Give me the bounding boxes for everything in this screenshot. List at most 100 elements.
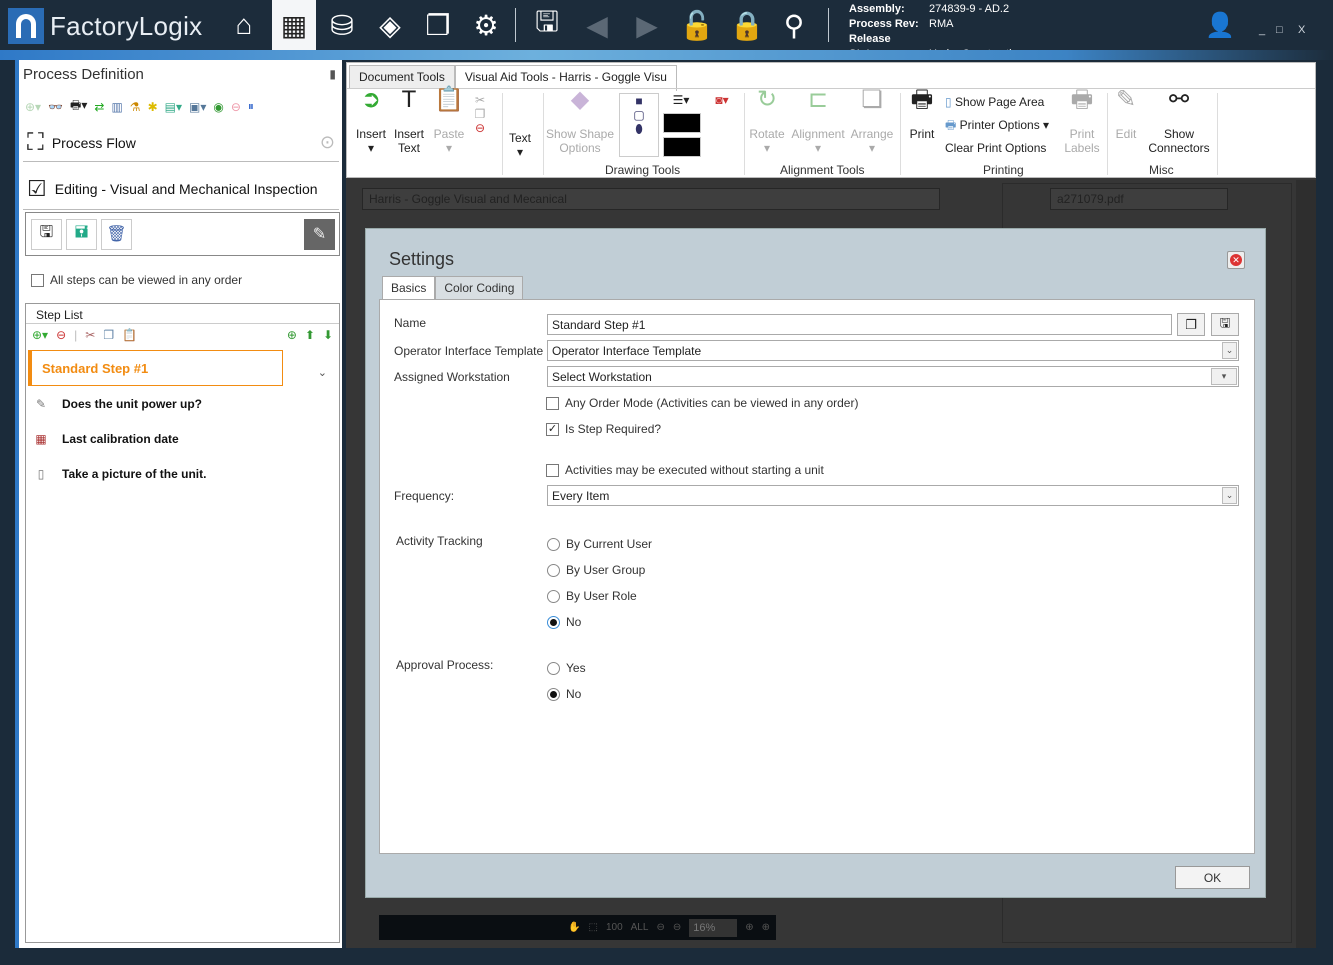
delete-button[interactable]: 🗑 (101, 218, 132, 250)
checkbox[interactable] (546, 396, 559, 410)
any-order-mode-checkbox[interactable]: Any Order Mode (Activities can be viewed… (546, 396, 858, 410)
move-down-icon[interactable]: ⬇ (323, 328, 333, 342)
edit-settings-button[interactable]: ✎ (304, 218, 335, 250)
cut-icon[interactable]: ✂ (471, 93, 489, 107)
radio-by-user-group[interactable]: By User Group (547, 563, 645, 577)
radio-button-selected[interactable] (547, 615, 560, 629)
radio-button-selected[interactable] (547, 687, 560, 701)
radio-button[interactable] (547, 563, 560, 577)
radio-tracking-no[interactable]: No (547, 615, 581, 629)
any-order-checkbox[interactable]: All steps can be viewed in any order (31, 273, 242, 287)
dialog-close-button[interactable]: ✕ (1227, 251, 1245, 269)
radio-approval-no[interactable]: No (547, 687, 581, 701)
tab-color-coding[interactable]: Color Coding (435, 276, 524, 299)
rotate-button[interactable]: ↻ Rotate ▾ (747, 88, 787, 156)
clear-print-options-button[interactable]: Clear Print Options (945, 141, 1046, 155)
no-unit-checkbox[interactable]: Activities may be executed without start… (546, 463, 824, 477)
shape-gallery[interactable]: ■ ▢ ⬮ (619, 93, 659, 157)
document-title-field[interactable]: Harris - Goggle Visual and Mecanical (362, 188, 940, 210)
windows-icon[interactable]: ❐ (416, 0, 460, 50)
export-icon[interactable]: ▤▾ (165, 100, 182, 114)
insert-button[interactable]: ➲ Insert ▾ (353, 88, 389, 156)
pdf-name-field[interactable]: a271079.pdf (1050, 188, 1228, 210)
alignment-button[interactable]: ⊏ Alignment ▾ (789, 88, 847, 156)
print-labels-button[interactable]: 🖶 Print Labels (1063, 88, 1101, 156)
radio-by-current-user[interactable]: By Current User (547, 537, 652, 551)
printer-options-button[interactable]: 🖶 Printer Options ▾ (945, 118, 1049, 132)
chevron-down-icon[interactable]: ⌄ (1222, 487, 1237, 504)
show-page-area-button[interactable]: ▯ Show Page Area (945, 95, 1044, 109)
pause-icon[interactable]: ⏸ (248, 99, 254, 114)
rounded-shape-icon[interactable]: ▢ (620, 108, 658, 122)
text-button[interactable]: Text ▾ (505, 131, 535, 159)
list-item[interactable]: ▯ Take a picture of the unit. (26, 456, 339, 491)
zoom-in-icon[interactable]: ⊕ (745, 922, 753, 933)
selected-step[interactable]: Standard Step #1 (28, 350, 283, 386)
radio-button[interactable] (547, 661, 560, 675)
back-icon[interactable]: ◀ (575, 0, 619, 50)
import-icon[interactable]: ▣▾ (189, 100, 206, 114)
caret-down-icon[interactable]: ▾ (1211, 368, 1237, 385)
ellipse-shape-icon[interactable]: ⬮ (620, 122, 658, 136)
frequency-select[interactable]: Every Item ⌄ (547, 485, 1239, 506)
navigate-icon[interactable]: ◈ (368, 0, 412, 50)
download-circle-icon[interactable]: ⊙ (320, 132, 335, 153)
rectangle-shape-icon[interactable]: ■ (620, 94, 658, 108)
lock-x-icon[interactable]: 🔒 (725, 0, 769, 50)
database-import-icon[interactable]: ⛁ (320, 0, 364, 50)
paste-icon[interactable]: 📋 (122, 328, 137, 342)
zoom-out-more-icon[interactable]: ⊖ (656, 922, 664, 933)
vertical-scrollbar[interactable] (1296, 180, 1316, 948)
chevron-down-icon[interactable]: ⌄ (318, 366, 327, 379)
list-item[interactable]: ▦ Last calibration date (26, 421, 339, 456)
arrange-button[interactable]: ❏ Arrange ▾ (849, 88, 895, 156)
checkbox-checked[interactable]: ✓ (546, 422, 559, 436)
radio-approval-yes[interactable]: Yes (547, 661, 586, 675)
step-required-checkbox[interactable]: ✓ Is Step Required? (546, 422, 661, 436)
paste-button[interactable]: 📋 Paste ▾ (431, 88, 467, 156)
show-connectors-button[interactable]: ⚯ Show Connectors (1145, 88, 1213, 156)
unlock-icon[interactable]: 🔓 (675, 0, 719, 50)
minimize-button[interactable]: _ (1259, 24, 1265, 36)
save-as-button[interactable]: 🖬 (66, 218, 97, 250)
cut-icon[interactable]: ✂ (85, 328, 95, 342)
workstation-select[interactable]: Select Workstation ▾ (547, 366, 1239, 387)
zoom-100-button[interactable]: 100 (606, 922, 623, 933)
maximize-button[interactable]: □ (1276, 24, 1283, 36)
delete-icon[interactable]: ⊖ (471, 121, 489, 135)
pan-icon[interactable]: ✋ (568, 922, 580, 933)
radio-button[interactable] (547, 589, 560, 603)
list-item[interactable]: ✎ Does the unit power up? (26, 386, 339, 421)
copy-icon[interactable]: ❐ (471, 107, 489, 121)
line-color-picker[interactable] (663, 113, 701, 133)
zoom-level-field[interactable]: 16% (689, 918, 738, 937)
radio-button[interactable] (547, 537, 560, 551)
home-icon[interactable]: ⌂ (222, 0, 266, 50)
fill-color-picker[interactable] (663, 137, 701, 157)
name-input[interactable]: Standard Step #1 (547, 314, 1172, 335)
shuffle-icon[interactable]: ⇄ (94, 100, 104, 114)
checkbox[interactable] (31, 273, 44, 287)
zoom-out-icon[interactable]: ⊖ (673, 922, 681, 933)
remove-step-icon[interactable]: ⊖ (56, 328, 66, 342)
remove-icon[interactable]: ⊖ (231, 100, 241, 114)
show-shape-options-button[interactable]: ◆ Show Shape Options (545, 88, 615, 156)
user-remove-icon[interactable]: 👤 (1198, 0, 1242, 50)
template-button[interactable]: ❐ (1177, 313, 1205, 336)
save-template-button[interactable]: 🖫 (1211, 313, 1239, 336)
checkbox[interactable] (546, 463, 559, 477)
gear-icon[interactable]: ⚙ (464, 0, 508, 50)
binoculars-icon[interactable]: 👓 (48, 100, 63, 114)
ok-button[interactable]: OK (1175, 866, 1250, 889)
move-up-icon[interactable]: ⬆ (305, 328, 315, 342)
zoom-in-more-icon[interactable]: ⊕ (762, 922, 770, 933)
presentation-icon[interactable]: ▥ (111, 100, 122, 114)
copy-icon[interactable]: ❐ (103, 328, 114, 342)
forward-icon[interactable]: ▶ (625, 0, 669, 50)
print-button[interactable]: 🖶 Print (903, 88, 941, 142)
color-picker-icon[interactable]: ◙▾ (707, 93, 737, 107)
oit-select[interactable]: Operator Interface Template ⌄ (547, 340, 1239, 361)
zoom-step-icon[interactable]: ⊕ (287, 328, 297, 342)
save-icon[interactable]: 🖫 (525, 0, 569, 50)
process-flow-row[interactable]: ⛶ Process Flow ⊙ (23, 124, 339, 162)
